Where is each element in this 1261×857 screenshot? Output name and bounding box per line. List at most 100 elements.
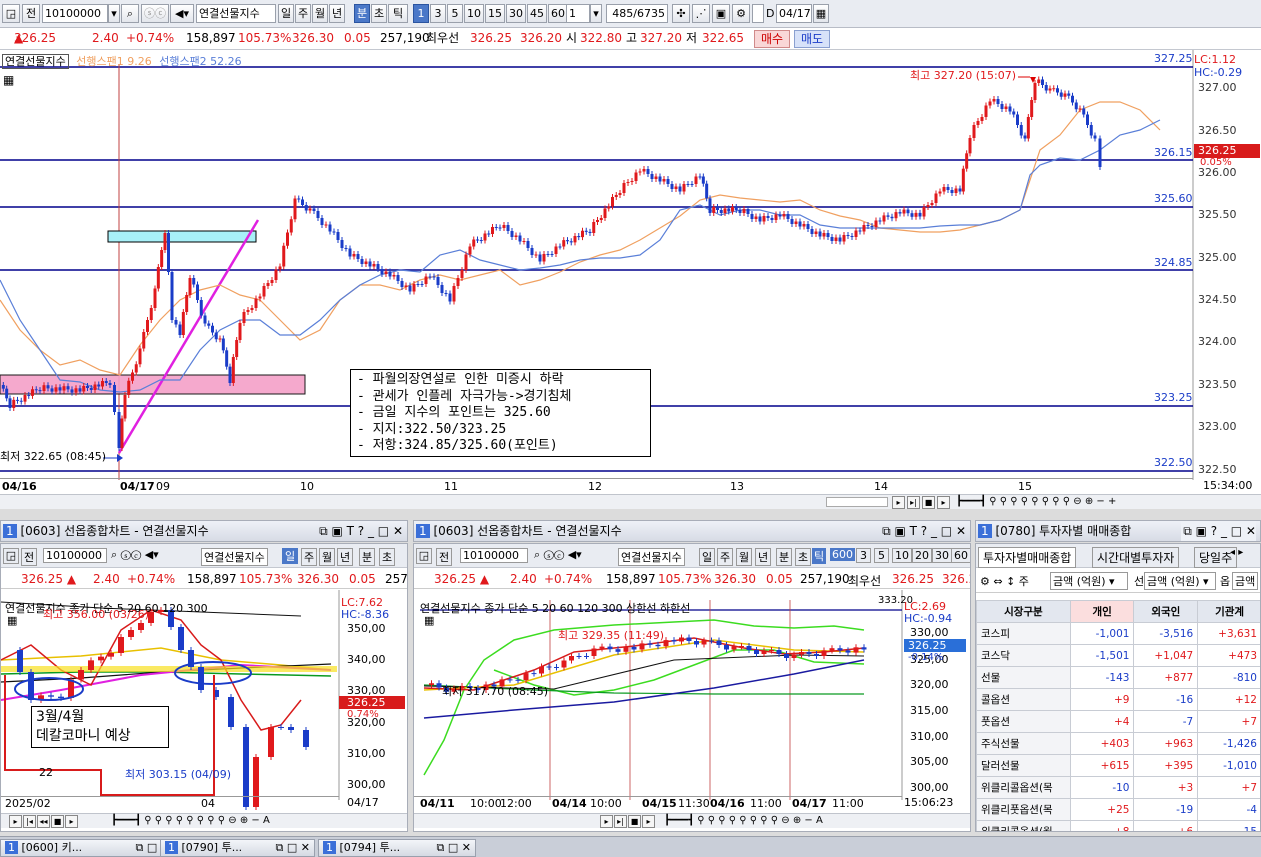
mid-window-controls[interactable]: ⧉ ▣ T ? _ □ ✕ [882,521,966,541]
unit-input[interactable]: 1 [566,4,590,23]
mid-period-week[interactable]: 주 [717,548,734,566]
date-input[interactable]: 04/17 [776,4,812,23]
taskbar-window-0600[interactable]: 1 [0600] 키... ⧉ □ ✕ [0,839,175,857]
left-scroll-left[interactable]: |◂ [23,815,36,828]
left-zoom-tools[interactable]: ┣━━━┫ ⚲ ⚲ ⚲ ⚲ ⚲ ⚲ ⚲ ⚲ ⊖ ⊕ − A [111,815,270,826]
left-period-minute[interactable]: 분 [359,548,376,566]
amount-select-2[interactable]: 금액 (억원) ▾ [1144,572,1216,590]
period-second[interactable]: 초 [371,4,387,23]
left-period-year[interactable]: 년 [337,548,354,566]
search-icon[interactable]: ⌕ [121,4,139,23]
window-menu-icon[interactable]: ◲ [2,4,20,23]
mid-period-year[interactable]: 년 [755,548,772,566]
save-icon[interactable]: ▣ [712,4,730,23]
code-dropdown-icon[interactable]: ▾ [108,4,120,23]
mid-interval-10[interactable]: 10 [892,548,912,563]
period-year[interactable]: 년 [329,4,345,23]
mid-scrollbar[interactable]: ▸ ▸| ■ ▸ ┣━━━┫ ⚲ ⚲ ⚲ ⚲ ⚲ ⚲ ⚲ ⚲ ⊖ ⊕ − A [414,813,970,828]
mid-period-second[interactable]: 초 [795,548,812,566]
mid-grid-icon[interactable]: ▦ [424,614,434,627]
settings-gear-icon[interactable]: ⚙ [732,4,750,23]
zoom-tools[interactable]: ┣━━━┫ ⚲ ⚲ ⚲ ⚲ ⚲ ⚲ ⚲ ⚲ ⊖ ⊕ − + [956,496,1116,507]
mid-menu-icon[interactable]: ◲ [416,548,432,564]
amount-select-3[interactable]: 금액 [1232,572,1259,590]
mid-interval-5[interactable]: 5 [874,548,889,563]
main-price-chart[interactable]: 연결선물지수 선행스팬1 9.26 선행스팬2 52.26 ▦ LC:1.12 … [0,50,1261,494]
period-month[interactable]: 월 [312,4,328,23]
mid-period-day[interactable]: 일 [699,548,716,566]
task-controls-2[interactable]: ⧉ □ ✕ [276,840,310,856]
amount-select-1[interactable]: 금액 (억원) ▾ [1050,572,1128,590]
left-search-icon[interactable]: ⌕ ⓢⓒ ◀▾ [111,548,159,562]
interval-45[interactable]: 45 [527,4,547,23]
tab-time-investor[interactable]: 시간대별투자자 [1092,547,1180,568]
d-checkbox[interactable] [752,4,764,23]
tab-scroll-arrows[interactable]: ◂ ▸ [1230,547,1243,558]
left-jeon-button[interactable]: 전 [21,548,38,566]
scroll-end-left-button[interactable]: ▸| [907,496,920,509]
period-day[interactable]: 일 [278,4,294,23]
mid-interval-selected[interactable]: 600 [830,548,855,561]
left-code-input[interactable]: 10100000 [43,548,107,563]
mid-code-input[interactable]: 10100000 [460,548,528,563]
mid-period-tick[interactable]: 틱 [812,548,827,564]
mid-search-icon[interactable]: ⌕ ⓢⓒ ◀▾ [534,548,582,562]
left-period-second[interactable]: 초 [379,548,396,566]
mid-play[interactable]: ▸ [642,815,655,828]
main-scrollbar[interactable]: ▸ ▸| ■ ▸ ┣━━━┫ ⚲ ⚲ ⚲ ⚲ ⚲ ⚲ ⚲ ⚲ ⊖ ⊕ − + [0,494,1261,509]
mid-scroll-end[interactable]: ▸| [614,815,627,828]
interval-60[interactable]: 60 [548,4,568,23]
tab-investor-summary[interactable]: 투자자별매매종합 [978,547,1077,568]
interval-5[interactable]: 5 [447,4,463,23]
right-settings-icon[interactable]: ⚙ ⇔ ↕ 주 [980,573,1029,589]
sell-button[interactable]: 매도 [794,30,830,48]
taskbar-window-0794[interactable]: 1 [0794] 투... ⧉ □ ✕ [318,839,476,857]
interval-3[interactable]: 3 [430,4,446,23]
period-week[interactable]: 주 [295,4,311,23]
interval-10[interactable]: 10 [464,4,484,23]
left-play[interactable]: ▸ [65,815,78,828]
taskbar-window-0790[interactable]: 1 [0790] 투... ⧉ □ ✕ [160,839,315,857]
left-period-week[interactable]: 주 [301,548,318,566]
mid-scroll-start[interactable]: ▸ [600,815,613,828]
mid-jeon-button[interactable]: 전 [436,548,453,566]
period-tick[interactable]: 틱 [388,4,408,23]
left-scroll-start[interactable]: ▸ [9,815,22,828]
play-button[interactable]: ▸ [937,496,950,509]
interval-30[interactable]: 30 [506,4,526,23]
mid-interval-30[interactable]: 30 [932,548,952,563]
left-grid-icon[interactable]: ▦ [7,614,17,627]
mid-interval-3[interactable]: 3 [856,548,871,563]
scroll-left-button[interactable]: ▸ [892,496,905,509]
left-scrollbar[interactable]: ▸ |◂ ◂◂ ■ ▸ ┣━━━┫ ⚲ ⚲ ⚲ ⚲ ⚲ ⚲ ⚲ ⚲ ⊖ ⊕ − … [1,813,407,828]
period-minute[interactable]: 분 [354,4,370,23]
scroll-thumb[interactable] [826,497,888,507]
chart-type-icon[interactable]: ⋰ [692,4,710,23]
mid-period-month[interactable]: 월 [736,548,753,566]
unit-dropdown-icon[interactable]: ▾ [590,4,602,23]
mid-period-minute[interactable]: 분 [776,548,793,566]
count-field[interactable]: 485/6735 [606,4,668,23]
grid-icon[interactable]: ▦ [3,73,14,87]
mid-zoom-tools[interactable]: ┣━━━┫ ⚲ ⚲ ⚲ ⚲ ⚲ ⚲ ⚲ ⚲ ⊖ ⊕ − A [664,815,823,826]
calendar-icon[interactable]: ▦ [813,4,829,23]
mid-interval-20[interactable]: 20 [912,548,932,563]
left-scroll-back[interactable]: ◂◂ [37,815,50,828]
mid-interval-60[interactable]: 60 [951,548,970,563]
interval-1[interactable]: 1 [413,4,429,23]
left-window-controls[interactable]: ⧉ ▣ T ? _ □ ✕ [319,521,403,541]
task-controls-3[interactable]: ⧉ □ ✕ [437,840,471,856]
interval-15[interactable]: 15 [485,4,505,23]
left-period-month[interactable]: 월 [319,548,336,566]
crosshair-icon[interactable]: ✣ [672,4,690,23]
code-input[interactable]: 10100000 [42,4,108,23]
left-period-day[interactable]: 일 [282,548,299,564]
sound-icon[interactable]: ◀▾ [170,4,194,23]
mid-stop[interactable]: ■ [628,815,641,828]
jeon-button[interactable]: 전 [22,4,40,23]
left-stop[interactable]: ■ [51,815,64,828]
buy-button[interactable]: 매수 [754,30,790,48]
stop-button[interactable]: ■ [922,496,935,509]
left-menu-icon[interactable]: ◲ [3,548,19,564]
right-window-controls[interactable]: ⧉ ▣ ? _ □ ✕ [1181,521,1256,541]
